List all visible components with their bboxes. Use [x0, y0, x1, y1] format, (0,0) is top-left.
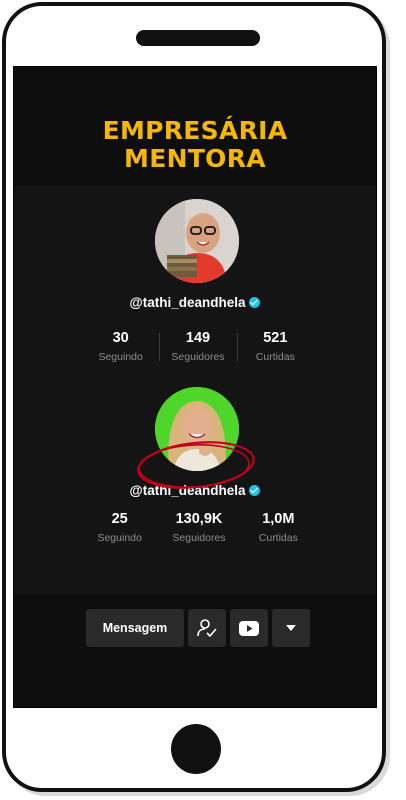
handle-after[interactable]: @tathi_deandhela [14, 483, 376, 498]
stat-value: 521 [263, 330, 288, 346]
avatar-after-photo [155, 387, 239, 471]
youtube-icon [239, 620, 259, 636]
stat-likes[interactable]: 521 Curtidas [236, 329, 314, 369]
avatar-before[interactable] [155, 199, 239, 283]
stat-value: 130,9K [175, 511, 223, 527]
avatar-after[interactable] [155, 387, 239, 471]
handle-before[interactable]: @tathi_deandhela [14, 295, 376, 310]
profile-panel: @tathi_deandhela 30 Seguindo 149 Seguido… [14, 186, 376, 647]
stats-after: 25 Seguindo 130,9K Seguidores 1,0M Curti… [80, 510, 318, 550]
follow-status-button[interactable] [188, 609, 226, 647]
stat-followers[interactable]: 130,9K Seguidores [159, 510, 238, 550]
more-options-button[interactable] [272, 609, 310, 647]
stat-label: Seguindo [98, 351, 143, 363]
stat-label: Seguidores [171, 351, 225, 363]
stat-label: Curtidas [255, 351, 295, 363]
stat-likes[interactable]: 1,0M Curtidas [239, 510, 318, 550]
stat-value: 1,0M [262, 511, 295, 527]
headline: EMPRESÁRIA MENTORA [14, 117, 376, 173]
stat-label: Seguidores [172, 532, 226, 544]
dropdown-arrow-icon [286, 625, 296, 631]
stat-following[interactable]: 30 Seguindo [82, 329, 159, 369]
phone-screen: EMPRESÁRIA MENTORA @tathi_deandhela 30 S… [13, 66, 377, 708]
message-button[interactable]: Mensagem [86, 609, 184, 647]
stat-label: Seguindo [97, 532, 142, 544]
handle-before-text: @tathi_deandhela [129, 295, 246, 310]
stats-before: 30 Seguindo 149 Seguidores 521 Curtidas [82, 329, 314, 369]
follow-user-icon [197, 619, 217, 638]
verified-icon [249, 297, 261, 308]
phone-speaker [136, 30, 260, 46]
profile-actions: Mensagem [86, 609, 310, 647]
stat-value: 30 [112, 330, 129, 346]
handle-after-text: @tathi_deandhela [129, 483, 246, 498]
verified-icon [249, 485, 261, 496]
stat-following[interactable]: 25 Seguindo [80, 510, 159, 550]
headline-line-2: MENTORA [124, 144, 266, 173]
stat-value: 149 [185, 330, 211, 346]
stat-value: 25 [111, 511, 128, 527]
stat-label: Curtidas [258, 532, 298, 544]
youtube-button[interactable] [230, 609, 268, 647]
headline-line-1: EMPRESÁRIA [102, 116, 288, 145]
avatar-before-photo [155, 199, 239, 283]
stat-followers[interactable]: 149 Seguidores [159, 329, 236, 369]
home-button[interactable] [171, 724, 221, 774]
phone-frame: EMPRESÁRIA MENTORA @tathi_deandhela 30 S… [2, 2, 386, 792]
